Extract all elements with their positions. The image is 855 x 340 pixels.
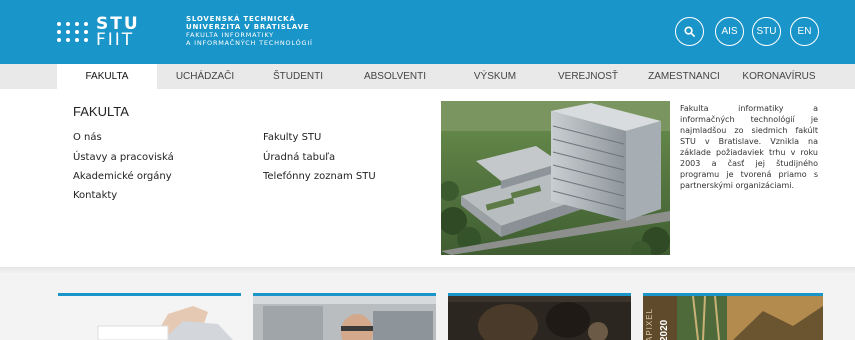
menu-link-uradna-tabula[interactable]: Úradná tabuľa [263, 152, 335, 163]
nav-item-verejnost[interactable]: VEREJNOSŤ [548, 64, 628, 89]
menu-link-telefonny-zoznam[interactable]: Telefónny zoznam STU [263, 171, 376, 182]
news-card-4[interactable]: APIXEL 2020 [643, 293, 823, 340]
news-card-1-image [58, 296, 241, 340]
news-card-4-vertical-text: APIXEL [645, 307, 654, 340]
faculty-description: Fakulta informatiky a informačných techn… [680, 104, 818, 190]
news-card-4-year: 2020 [659, 319, 670, 340]
menu-link-fakulty-stu[interactable]: Fakulty STU [263, 132, 321, 143]
faculty-line-2: A INFORMAČNÝCH TECHNOLÓGIÍ [186, 39, 313, 47]
header-bar: STU FIIT SLOVENSKÁ TECHNICKÁ UNIVERZITA … [0, 0, 855, 64]
nav-item-studenti[interactable]: ŠTUDENTI [258, 64, 338, 89]
logo-dots-icon [57, 22, 88, 42]
search-icon [684, 26, 695, 37]
university-line-2: UNIVERZITA V BRATISLAVE [186, 23, 310, 31]
faculty-building-photo [441, 101, 670, 255]
logo-line-2: FIIT [96, 30, 135, 50]
university-line-1: SLOVENSKÁ TECHNICKÁ [186, 15, 296, 23]
search-button[interactable] [675, 17, 704, 46]
nav-item-zamestnanci[interactable]: ZAMESTNANCI [638, 64, 730, 89]
section-divider [0, 267, 855, 275]
news-card-2-image [253, 296, 436, 340]
menu-title: FAKULTA [73, 104, 129, 119]
menu-link-ustavy[interactable]: Ústavy a pracoviská [73, 152, 174, 163]
nav-item-vyskum[interactable]: VÝSKUM [455, 64, 535, 89]
stu-button[interactable]: STU [752, 17, 781, 46]
language-en-button[interactable]: EN [790, 17, 819, 46]
ais-button[interactable]: AIS [715, 17, 744, 46]
menu-link-kontakty[interactable]: Kontakty [73, 190, 117, 201]
news-card-2[interactable] [253, 293, 436, 340]
news-card-1[interactable] [58, 293, 241, 340]
nav-item-koronavirus[interactable]: KORONAVÍRUS [734, 64, 824, 89]
university-name: SLOVENSKÁ TECHNICKÁ UNIVERZITA V BRATISL… [186, 15, 313, 47]
nav-item-absolventi[interactable]: ABSOLVENTI [355, 64, 435, 89]
main-nav: FAKULTA UCHÁDZAČI ŠTUDENTI ABSOLVENTI VÝ… [0, 64, 855, 89]
stu-fiit-logo[interactable]: STU FIIT [57, 14, 140, 50]
building-illustration [441, 101, 670, 255]
logo-text: STU FIIT [96, 16, 140, 50]
nav-item-fakulta[interactable]: FAKULTA [57, 64, 157, 89]
menu-link-akademicke-organy[interactable]: Akademické orgány [73, 171, 172, 182]
menu-link-o-nas[interactable]: O nás [73, 132, 102, 143]
news-card-3[interactable] [448, 293, 631, 340]
news-card-3-image [448, 296, 631, 340]
nav-item-uchadzaci[interactable]: UCHÁDZAČI [165, 64, 245, 89]
faculty-line-1: FAKULTA INFORMATIKY [186, 31, 274, 39]
